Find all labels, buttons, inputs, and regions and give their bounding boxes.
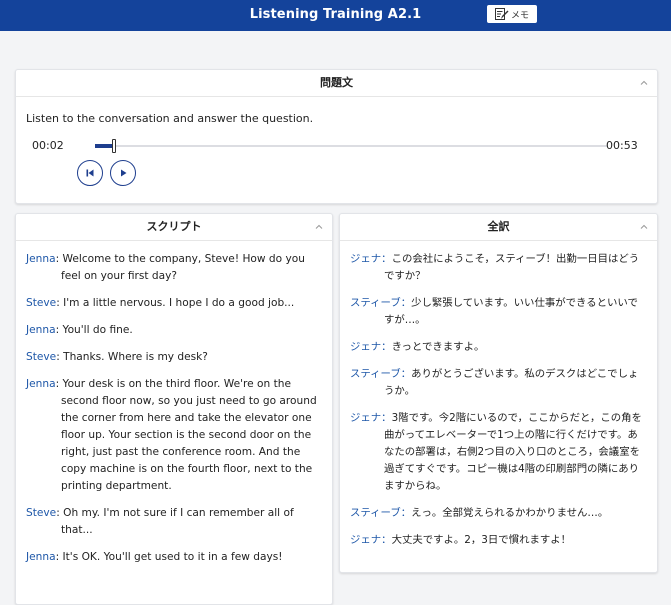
script-line: Jenna: It's OK. You'll get used to it in… (26, 551, 283, 563)
translation-line: ジェナ：きっとできますよ。 (350, 341, 485, 353)
line-text: Oh my. I'm not sure if I can remember al… (61, 507, 294, 536)
chevron-up-icon[interactable] (639, 222, 649, 232)
script-line: Steve: I'm a little nervous. I hope I do… (26, 297, 295, 309)
play-icon (121, 169, 127, 177)
script-header: スクリプト (16, 214, 332, 241)
problem-card: 問題文 Listen to the conversation and answe… (15, 69, 658, 204)
line-text: It's OK. You'll get used to it in a few … (62, 551, 283, 563)
speaker-name: ジェナ (350, 412, 382, 424)
line-text: きっとできますよ。 (391, 341, 485, 353)
play-button[interactable] (110, 160, 136, 186)
translation-line: ジェナ：大丈夫ですよ。2，3日で慣れますよ！ (350, 534, 572, 546)
line-text: Your desk is on the third floor. We're o… (61, 378, 317, 492)
translation-line: ジェナ：3階です。今2階にいるので，ここからだと，この角を曲がってエレベーターで… (350, 412, 642, 492)
problem-heading: 問題文 (320, 76, 353, 89)
speaker-name: Steve (26, 297, 57, 309)
total-time: 00:53 (606, 139, 638, 152)
translation-line: スティーブ：えっ。全部覚えられるかわかりません…。 (350, 507, 609, 519)
audio-seek-handle[interactable] (112, 139, 116, 153)
translation-header: 全訳 (340, 214, 657, 241)
line-text: 3階です。今2階にいるので，ここからだと，この角を曲がってエレベーターで1つ上の… (384, 412, 642, 492)
edit-note-icon (494, 8, 509, 20)
speaker-name: Jenna (26, 551, 56, 563)
chevron-up-icon[interactable] (314, 222, 324, 232)
speaker-name: スティーブ (350, 507, 401, 519)
script-heading: スクリプト (146, 220, 202, 233)
speaker-name: スティーブ (350, 368, 401, 380)
problem-header: 問題文 (16, 70, 657, 97)
speaker-name: Steve (26, 507, 57, 519)
translation-card: 全訳 ジェナ：この会社にようこそ，スティーブ！出勤一日目はどうですか？ スティー… (339, 213, 658, 573)
translation-line: スティーブ：ありがとうございます。私のデスクはどこでしょうか。 (350, 368, 639, 397)
script-lines: Jenna: Welcome to the company, Steve! Ho… (26, 251, 322, 576)
speaker-name: ジェナ (350, 341, 382, 353)
audio-progress-track[interactable] (95, 144, 607, 148)
speaker-name: スティーブ (350, 297, 401, 309)
speaker-name: Jenna (26, 378, 56, 390)
line-text: Thanks. Where is my desk? (63, 351, 208, 363)
script-line: Jenna: You'll do fine. (26, 324, 133, 336)
script-line: Steve: Thanks. Where is my desk? (26, 351, 208, 363)
speaker-name: Jenna (26, 324, 56, 336)
speaker-name: ジェナ (350, 534, 382, 546)
line-text: You'll do fine. (62, 324, 133, 336)
line-text: I'm a little nervous. I hope I do a good… (63, 297, 295, 309)
line-text: えっ。全部覚えられるかわかりません…。 (411, 507, 609, 519)
translation-line: スティーブ：少し緊張しています。いい仕事ができるといいですが…。 (350, 297, 638, 326)
line-text: ありがとうございます。私のデスクはどこでしょうか。 (384, 368, 639, 397)
skip-back-icon (86, 169, 94, 177)
speaker-name: Jenna (26, 253, 56, 265)
app-header: Listening Training A2.1 メモ (0, 0, 671, 31)
current-time: 00:02 (32, 139, 64, 152)
chevron-up-icon[interactable] (639, 78, 649, 88)
script-card: スクリプト Jenna: Welcome to the company, Ste… (15, 213, 333, 605)
memo-label: メモ (510, 10, 529, 21)
line-text: 少し緊張しています。いい仕事ができるといいですが…。 (384, 297, 638, 326)
line-text: Welcome to the company, Steve! How do yo… (61, 253, 305, 282)
page-title: Listening Training A2.1 (249, 7, 422, 22)
speaker-name: Steve (26, 351, 57, 363)
problem-instruction: Listen to the conversation and answer th… (26, 112, 314, 125)
script-line: Jenna: Your desk is on the third floor. … (26, 378, 317, 492)
script-line: Steve: Oh my. I'm not sure if I can reme… (26, 507, 294, 536)
skip-back-button[interactable] (77, 160, 103, 186)
memo-button[interactable]: メモ (487, 5, 537, 23)
line-text: この会社にようこそ，スティーブ！出勤一日目はどうですか？ (384, 253, 640, 282)
translation-line: ジェナ：この会社にようこそ，スティーブ！出勤一日目はどうですか？ (350, 253, 640, 282)
translation-heading: 全訳 (487, 220, 510, 233)
speaker-name: ジェナ (350, 253, 382, 265)
script-line: Jenna: Welcome to the company, Steve! Ho… (26, 253, 305, 282)
line-text: 大丈夫ですよ。2，3日で慣れますよ！ (391, 534, 572, 546)
translation-lines: ジェナ：この会社にようこそ，スティーブ！出勤一日目はどうですか？ スティーブ：少… (350, 251, 647, 559)
